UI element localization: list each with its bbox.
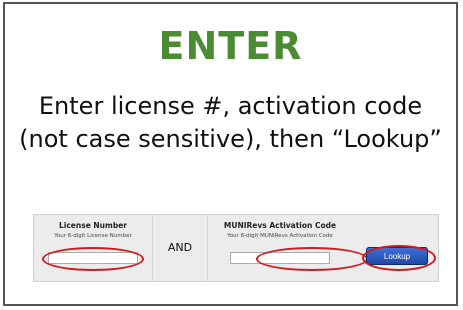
instruction-card: ENTER Enter license #, activation code (… <box>3 2 458 306</box>
lookup-section: Lookup <box>354 215 440 281</box>
license-number-input[interactable] <box>48 252 138 264</box>
instructions-line-2: (not case sensitive), then “Lookup” <box>19 125 442 153</box>
lookup-form-panel: License Number Your 6-digit License Numb… <box>33 214 439 282</box>
activation-code-hint: Your 6-digit MUNIRevs Activation Code <box>227 233 333 239</box>
page-title: ENTER <box>158 24 303 68</box>
license-number-label: License Number <box>59 221 127 230</box>
lookup-button[interactable]: Lookup <box>366 247 428 265</box>
and-separator: AND <box>152 215 208 281</box>
instructions-line-1: Enter license #, activation code <box>38 92 423 120</box>
license-number-section: License Number Your 6-digit License Numb… <box>34 215 152 281</box>
activation-code-label: MUNIRevs Activation Code <box>223 221 337 230</box>
activation-code-section: MUNIRevs Activation Code Your 6-digit MU… <box>206 215 368 281</box>
activation-code-input[interactable] <box>230 252 330 264</box>
instructions-text: Enter license #, activation code (not ca… <box>5 90 456 156</box>
and-label: AND <box>167 241 193 254</box>
license-number-hint: Your 6-digit License Number <box>54 233 132 239</box>
